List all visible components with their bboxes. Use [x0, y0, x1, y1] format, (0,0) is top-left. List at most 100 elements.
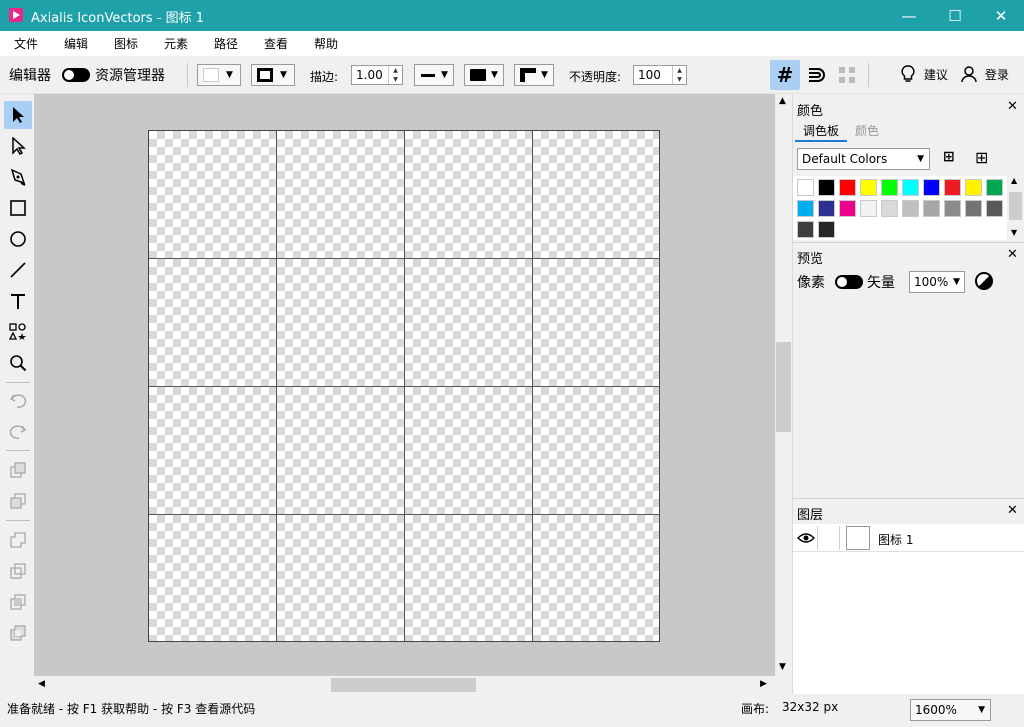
chevron-down-icon: ▼ — [953, 277, 960, 287]
pen-tool-icon[interactable] — [4, 163, 32, 191]
menu-help[interactable]: 帮助 — [314, 35, 338, 52]
bring-front-icon[interactable] — [4, 456, 32, 484]
color-swatch[interactable] — [860, 179, 877, 196]
editor-manager-toggle[interactable] — [62, 68, 90, 82]
preview-zoom-select[interactable]: 100% ▼ — [909, 271, 965, 293]
shapes-tool-icon[interactable] — [4, 318, 32, 346]
color-swatch[interactable] — [839, 179, 856, 196]
menu-view[interactable]: 查看 — [264, 35, 288, 52]
stroke-color-dropdown[interactable]: ▼ — [251, 64, 295, 86]
icon-artboard[interactable] — [148, 130, 660, 642]
scroll-right-icon[interactable]: ▶ — [760, 679, 767, 689]
color-swatch[interactable] — [839, 200, 856, 217]
color-swatch[interactable] — [902, 200, 919, 217]
vertical-scroll-thumb[interactable] — [776, 342, 791, 432]
close-icon[interactable]: ✕ — [1007, 99, 1018, 114]
color-swatch[interactable] — [881, 179, 898, 196]
layers-panel-title: 图层 — [797, 508, 824, 523]
fill-color-dropdown[interactable]: ▼ — [197, 64, 241, 86]
swatch-scrollbar[interactable]: ▲ ▼ — [1007, 176, 1024, 240]
scroll-down-icon[interactable]: ▼ — [779, 662, 786, 672]
minimize-button[interactable]: — — [886, 0, 932, 31]
union-icon[interactable] — [4, 526, 32, 554]
close-icon[interactable]: ✕ — [1007, 503, 1018, 518]
ellipse-tool-icon[interactable] — [4, 225, 32, 253]
pixel-grid-icon[interactable] — [834, 60, 860, 90]
close-button[interactable]: ✕ — [978, 0, 1024, 31]
vertical-scrollbar[interactable]: ▲ ▼ — [775, 94, 792, 676]
send-back-icon[interactable] — [4, 487, 32, 515]
stepper-arrows-icon[interactable]: ▲ ▼ — [388, 66, 402, 84]
rectangle-tool-icon[interactable] — [4, 194, 32, 222]
color-swatch[interactable] — [965, 179, 982, 196]
stroke-width-stepper[interactable]: 1.00 ▲ ▼ — [351, 65, 403, 85]
menu-file[interactable]: 文件 — [14, 35, 38, 52]
zoom-tool-icon[interactable] — [4, 349, 32, 377]
palette-select[interactable]: Default Colors ▼ — [797, 148, 930, 170]
scroll-down-icon[interactable]: ▼ — [1011, 228, 1017, 237]
redo-icon[interactable] — [4, 417, 32, 445]
undo-icon[interactable] — [4, 386, 32, 414]
line-tool-icon[interactable] — [4, 256, 32, 284]
color-swatch[interactable] — [986, 179, 1003, 196]
add-palette-icon[interactable]: ⊞ — [975, 148, 988, 167]
line-join-icon — [520, 68, 536, 82]
color-swatch[interactable] — [965, 200, 982, 217]
color-swatch[interactable] — [860, 200, 877, 217]
color-swatch[interactable] — [944, 179, 961, 196]
color-swatch[interactable] — [818, 179, 835, 196]
text-tool-icon[interactable] — [4, 287, 32, 315]
subtract-icon[interactable] — [4, 557, 32, 585]
suggest-button[interactable]: 建议 — [900, 65, 948, 83]
color-swatch[interactable] — [818, 200, 835, 217]
select-tool-icon[interactable] — [4, 101, 32, 129]
login-button[interactable]: 登录 — [960, 65, 1009, 83]
exclude-icon[interactable] — [4, 619, 32, 647]
scroll-up-icon[interactable]: ▲ — [1011, 176, 1017, 185]
chevron-down-icon: ▼ — [978, 705, 985, 715]
grid-toggle-icon[interactable]: # — [770, 60, 800, 90]
pixel-vector-toggle[interactable] — [835, 275, 863, 289]
layer-thumbnail — [846, 526, 870, 550]
stroke-swatch-icon — [257, 68, 273, 82]
scroll-left-icon[interactable]: ◀ — [38, 679, 45, 689]
maximize-button[interactable]: ☐ — [932, 0, 978, 31]
color-swatch[interactable] — [902, 179, 919, 196]
color-swatch[interactable] — [986, 200, 1003, 217]
zoom-select[interactable]: 1600% ▼ — [910, 699, 991, 721]
intersect-icon[interactable] — [4, 588, 32, 616]
visibility-eye-icon[interactable] — [797, 532, 815, 544]
suggest-label: 建议 — [923, 67, 948, 82]
color-swatch[interactable] — [881, 200, 898, 217]
color-swatch[interactable] — [797, 221, 814, 238]
tab-color[interactable]: 颜色 — [855, 122, 879, 139]
color-swatch[interactable] — [797, 179, 814, 196]
line-cap-dropdown[interactable]: ▼ — [464, 64, 504, 86]
tab-palette[interactable]: 调色板 — [795, 122, 847, 142]
layer-row[interactable]: 图标 1 — [793, 524, 1024, 552]
opacity-stepper[interactable]: 100 ▲ ▼ — [633, 65, 687, 85]
line-style-dropdown[interactable]: ▼ — [414, 64, 454, 86]
color-swatch[interactable] — [797, 200, 814, 217]
menu-edit[interactable]: 编辑 — [64, 35, 88, 52]
color-swatch[interactable] — [923, 200, 940, 217]
tab-palette-label: 调色板 — [802, 124, 839, 138]
menu-element[interactable]: 元素 — [164, 35, 188, 52]
stepper-arrows-icon[interactable]: ▲ ▼ — [672, 66, 686, 84]
line-join-dropdown[interactable]: ▼ — [514, 64, 554, 86]
menu-path[interactable]: 路径 — [214, 35, 238, 52]
swatch-scroll-thumb[interactable] — [1009, 192, 1022, 220]
chevron-down-icon: ▼ — [280, 70, 287, 80]
palette-options-icon[interactable]: ⊞ — [943, 149, 955, 165]
direct-select-tool-icon[interactable] — [4, 132, 32, 160]
close-icon[interactable]: ✕ — [1007, 247, 1018, 262]
scroll-up-icon[interactable]: ▲ — [779, 96, 786, 106]
horizontal-scrollbar[interactable]: ◀ ▶ — [34, 676, 775, 694]
horizontal-scroll-thumb[interactable] — [331, 678, 476, 692]
contrast-icon[interactable] — [975, 272, 993, 290]
color-swatch[interactable] — [818, 221, 835, 238]
snap-magnet-icon[interactable] — [803, 60, 829, 90]
color-swatch[interactable] — [923, 179, 940, 196]
color-swatch[interactable] — [944, 200, 961, 217]
menu-icon[interactable]: 图标 — [114, 35, 138, 52]
